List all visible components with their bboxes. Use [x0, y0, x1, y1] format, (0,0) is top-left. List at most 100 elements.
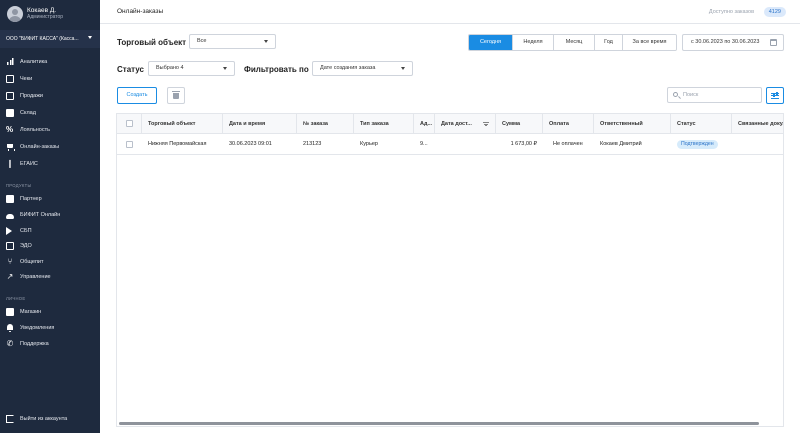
period-week[interactable]: Неделя	[512, 35, 553, 50]
sidebar-item-warehouse[interactable]: Склад	[6, 108, 36, 118]
sidebar-item-label: Аналитика	[20, 59, 48, 65]
cell-trade-object: Нижняя Первомайская	[148, 141, 207, 147]
cutlery-icon: ⑂	[7, 257, 13, 266]
column-header[interactable]: Статус	[671, 114, 732, 133]
phone-icon: ✆	[6, 339, 14, 348]
column-header[interactable]: Связанные доку...	[732, 114, 783, 133]
sidebar-item-catering[interactable]: ⑂ Общепит	[6, 257, 44, 267]
filter-by-label: Фильтровать по	[244, 65, 309, 74]
personal-section-label: ЛИЧНОЕ	[6, 296, 26, 301]
sidebar-item-sbp[interactable]: СБП	[6, 226, 32, 236]
sidebar-item-analytics[interactable]: Аналитика	[6, 57, 47, 67]
sidebar-item-loyalty[interactable]: % Лояльность	[6, 125, 50, 135]
org-name: ООО "БИФИТ КАССА" (Касса...	[6, 36, 79, 42]
column-settings-button[interactable]	[766, 87, 784, 104]
sidebar-item-label: Чеки	[20, 76, 33, 82]
column-header[interactable]: Дата и время	[223, 114, 297, 133]
create-button[interactable]: Создать	[117, 87, 157, 104]
sidebar-item-label: Онлайн-заказы	[20, 144, 60, 150]
column-header-label: Дата дост...	[441, 120, 472, 127]
sidebar-item-label: ЭДО	[20, 243, 32, 249]
cell-order-type: Курьер	[360, 141, 378, 147]
status-select[interactable]: Выбрано 4	[148, 61, 235, 76]
search-input[interactable]	[683, 90, 759, 100]
sidebar-item-bifit-online[interactable]: БИФИТ Онлайн	[6, 210, 60, 220]
sidebar-item-edo[interactable]: ЭДО	[6, 241, 32, 251]
period-tabs: Сегодня Неделя Месяц Год За все время	[468, 34, 677, 51]
chevron-down-icon	[264, 40, 268, 43]
period-year[interactable]: Год	[594, 35, 622, 50]
user-role: Администратор	[27, 13, 64, 20]
sidebar-item-online-orders[interactable]: Онлайн-заказы	[6, 142, 59, 152]
sidebar-item-sales[interactable]: Продажи	[6, 91, 43, 101]
available-orders-label: Доступно заказов	[708, 9, 754, 15]
sidebar-item-receipts[interactable]: Чеки	[6, 74, 32, 84]
search-icon	[673, 92, 678, 97]
column-header[interactable]: № заказа	[297, 114, 354, 133]
sidebar-item-label: СБП	[20, 228, 32, 234]
chevron-down-icon	[401, 67, 405, 70]
bottle-icon: ❙	[6, 159, 14, 168]
date-range-picker[interactable]: с 30.06.2023 по 30.06.2023	[682, 34, 784, 51]
filter-by-value: Дате создания заказа	[320, 65, 376, 71]
sidebar-item-label: Уведомления	[20, 325, 55, 331]
delete-button[interactable]	[167, 87, 185, 104]
status-select-value: Выбрано 4	[156, 65, 184, 71]
sidebar-item-label: Лояльность	[20, 127, 50, 133]
sidebar-item-label: БИФИТ Онлайн	[20, 212, 61, 218]
column-header[interactable]: Ответственный	[594, 114, 671, 133]
horizontal-scrollbar[interactable]	[119, 422, 759, 425]
column-header[interactable]: Ад...	[414, 114, 435, 133]
column-header-delivery-date[interactable]: Дата дост...	[435, 114, 496, 133]
chevron-down-icon	[223, 67, 227, 70]
period-all-time[interactable]: За все время	[622, 35, 676, 50]
percent-icon: %	[6, 125, 14, 134]
user-profile[interactable]: Кокаев Д. Администратор	[7, 6, 63, 22]
sidebar-item-label: Магазин	[20, 309, 42, 315]
org-selector[interactable]: ООО "БИФИТ КАССА" (Касса...	[0, 30, 100, 48]
cell-delivery-date	[435, 134, 496, 154]
filter-by-select[interactable]: Дате создания заказа	[312, 61, 413, 76]
cell-sum: 1 673,00 ₽	[510, 141, 537, 147]
chevron-down-icon	[88, 36, 92, 39]
cell-payment: Не оплачен	[553, 141, 583, 147]
column-header[interactable]: Сумма	[496, 114, 543, 133]
table-header: Торговый объект Дата и время № заказа Ти…	[117, 114, 783, 134]
period-today[interactable]: Сегодня	[469, 35, 512, 50]
filter-icon[interactable]	[483, 122, 489, 126]
sidebar-item-partner[interactable]: Партнер	[6, 194, 42, 204]
row-checkbox[interactable]	[126, 140, 133, 148]
period-month[interactable]: Месяц	[553, 35, 594, 50]
column-header[interactable]: Оплата	[543, 114, 594, 133]
sidebar-item-label: ЕГАИС	[20, 161, 38, 167]
trade-object-select[interactable]: Все	[189, 34, 276, 49]
document-icon	[6, 92, 14, 100]
cell-responsible: Кокаев Дмитрий	[600, 141, 642, 147]
sidebar-item-support[interactable]: ✆ Поддержка	[6, 339, 49, 349]
cell-related-docs	[732, 134, 783, 154]
logout-button[interactable]: Выйти из аккаунта	[6, 414, 67, 424]
column-header[interactable]: Торговый объект	[142, 114, 223, 133]
sidebar-item-egais[interactable]: ❙ ЕГАИС	[6, 159, 38, 169]
sidebar-item-notifications[interactable]: Уведомления	[6, 323, 54, 333]
logout-label: Выйти из аккаунта	[20, 416, 68, 422]
cell-status: Подтвержден	[671, 134, 732, 154]
column-header[interactable]: Тип заказа	[354, 114, 414, 133]
box-icon	[6, 109, 14, 117]
sidebar-item-management[interactable]: ↗ Управление	[6, 272, 51, 282]
sidebar-item-label: Общепит	[20, 259, 44, 265]
status-label: Статус	[117, 65, 144, 74]
date-range-value: с 30.06.2023 по 30.06.2023	[691, 39, 760, 45]
trade-object-label: Торговый объект	[117, 38, 187, 47]
avatar	[7, 6, 23, 22]
table-row[interactable]: Нижняя Первомайская 30.06.2023 09:01 213…	[117, 134, 783, 155]
cell-datetime: 30.06.2023 09:01	[229, 141, 272, 147]
chart-up-icon: ↗	[6, 272, 14, 281]
select-all-checkbox[interactable]	[126, 120, 133, 127]
bell-icon	[6, 324, 14, 332]
sidebar-item-label: Поддержка	[20, 341, 49, 347]
sbp-icon	[6, 227, 12, 235]
sidebar-item-store[interactable]: Магазин	[6, 307, 41, 317]
sidebar-item-label: Склад	[20, 110, 36, 116]
store-icon	[6, 308, 14, 316]
